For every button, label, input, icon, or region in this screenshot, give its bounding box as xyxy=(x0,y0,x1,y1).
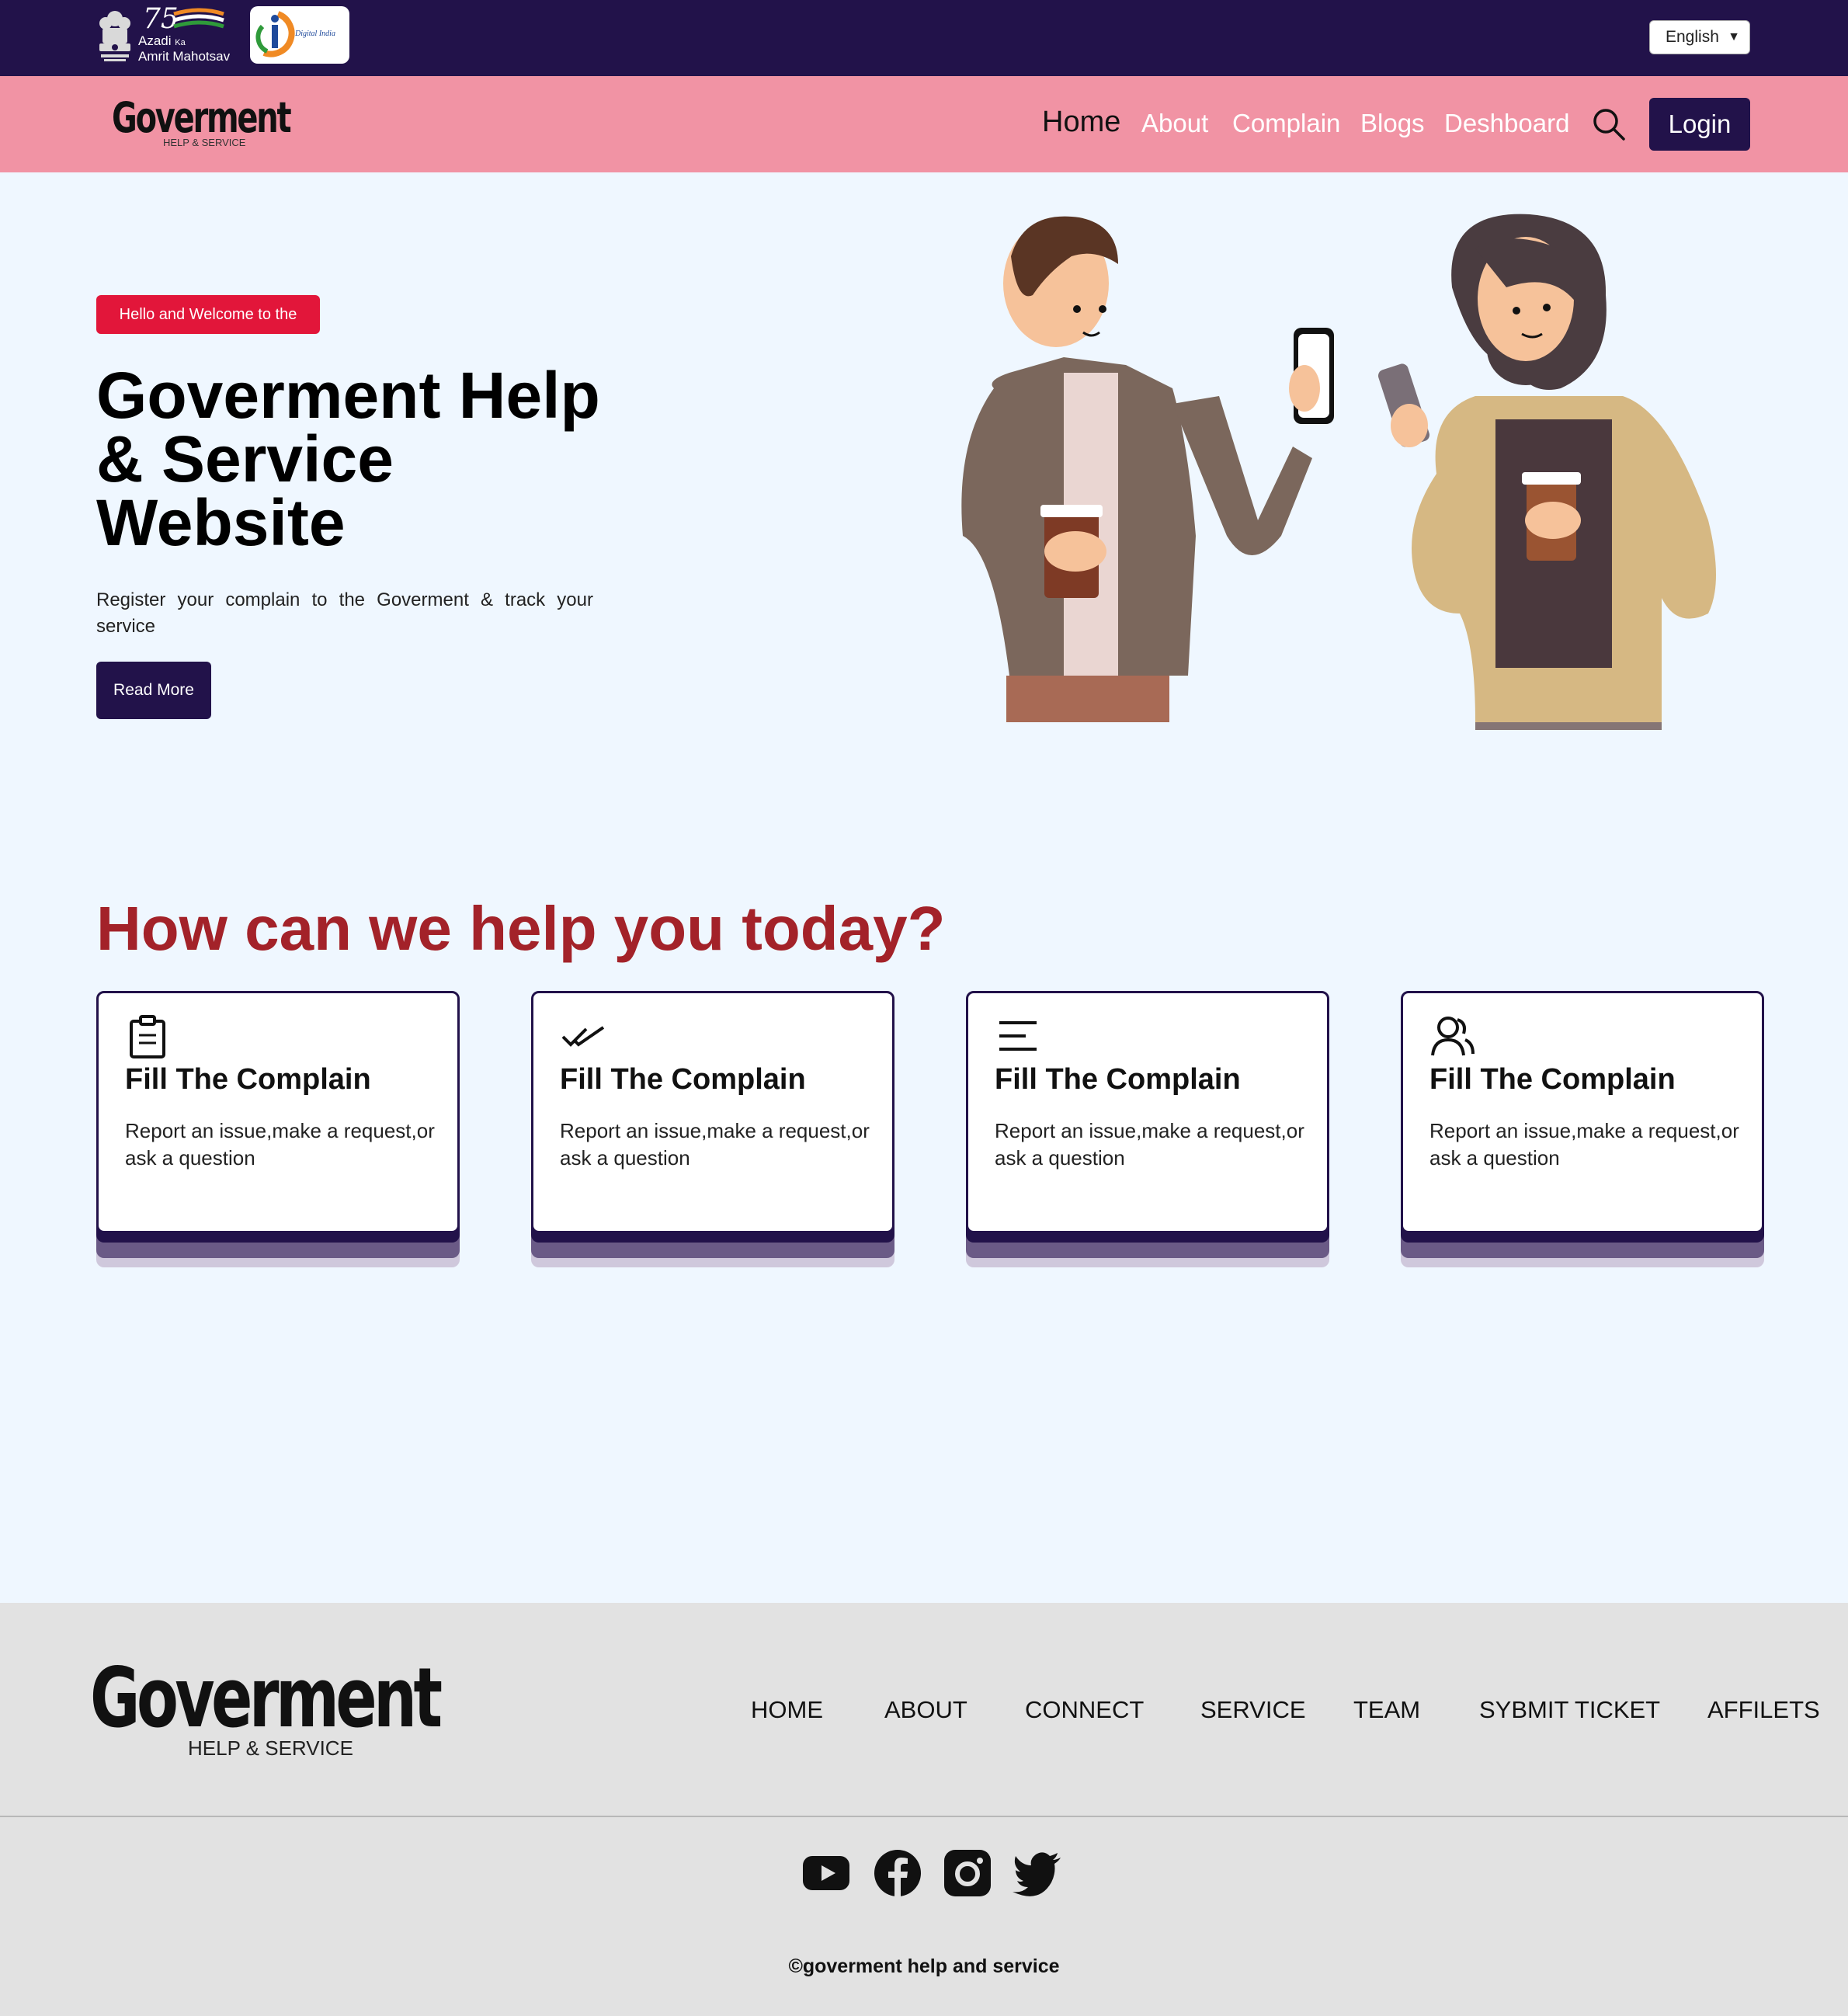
footer-link-team[interactable]: TEAM xyxy=(1353,1696,1420,1724)
search-icon[interactable] xyxy=(1592,107,1626,141)
card-description: Report an issue,make a request,or ask a … xyxy=(995,1119,1304,1170)
hero-description: Register your complain to the Goverment … xyxy=(96,589,593,637)
footer-link-connect[interactable]: CONNECT xyxy=(1025,1696,1144,1724)
footer-divider xyxy=(0,1816,1848,1817)
hero-title: Goverment Help & Service Website xyxy=(96,359,600,559)
hero-illustration xyxy=(961,214,1716,730)
service-card[interactable]: Fill The Complain Report an issue,make a… xyxy=(966,991,1329,1267)
nav-deshboard-link[interactable]: Deshboard xyxy=(1444,109,1569,138)
instagram-icon[interactable] xyxy=(943,1848,992,1898)
twitter-icon[interactable] xyxy=(1013,1848,1062,1898)
service-card[interactable]: Fill The Complain Report an issue,make a… xyxy=(531,991,894,1267)
help-section-title: How can we help you today? xyxy=(96,894,946,963)
nav-complain-link[interactable]: Complain xyxy=(1232,109,1340,138)
language-select[interactable]: English ▼ xyxy=(1649,20,1750,54)
national-emblem-icon xyxy=(99,11,130,61)
seventy-five-icon: 75 xyxy=(143,3,224,35)
footer-link-affilets[interactable]: AFFILETS xyxy=(1707,1696,1820,1724)
card-title: Fill The Complain xyxy=(995,1063,1241,1096)
woman-figure xyxy=(1377,214,1716,730)
footer-logo-tagline: HELP & SERVICE xyxy=(188,1736,353,1760)
youtube-icon[interactable] xyxy=(801,1848,851,1898)
logo-wordmark: Goverment xyxy=(112,93,292,142)
menu-lines-icon xyxy=(999,1021,1037,1051)
digital-india-icon xyxy=(255,11,295,57)
chevron-down-icon: ▼ xyxy=(1728,30,1740,43)
login-button[interactable]: Login xyxy=(1649,98,1750,151)
users-icon xyxy=(1431,1017,1475,1056)
card-title: Fill The Complain xyxy=(1429,1063,1676,1096)
card-description: Report an issue,make a request,or ask a … xyxy=(1429,1119,1739,1170)
footer-link-about[interactable]: ABOUT xyxy=(884,1696,967,1724)
logo-tagline: HELP & SERVICE xyxy=(163,137,246,148)
facebook-icon[interactable] xyxy=(873,1848,922,1898)
footer-logo-wordmark: Goverment xyxy=(90,1650,443,1746)
footer-logo[interactable]: Goverment HELP & SERVICE xyxy=(90,1656,447,1764)
service-card[interactable]: Fill The Complain Report an issue,make a… xyxy=(1401,991,1764,1267)
card-description: Report an issue,make a request,or ask a … xyxy=(125,1119,435,1170)
service-card[interactable]: Fill The Complain Report an issue,make a… xyxy=(96,991,460,1267)
card-title: Fill The Complain xyxy=(560,1063,806,1096)
azadi-ka-amrit-mahotsav-logo: 75 Azadi Ka Amrit Mahotsav xyxy=(138,3,245,68)
card-title: Fill The Complain xyxy=(125,1063,371,1096)
copyright-text: ©goverment help and service xyxy=(788,1955,1060,1977)
footer-link-home[interactable]: HOME xyxy=(751,1696,823,1724)
nav-blogs-link[interactable]: Blogs xyxy=(1360,109,1425,138)
clipboard-icon xyxy=(130,1015,165,1058)
top-bar: 75 Azadi Ka Amrit Mahotsav Digital India… xyxy=(0,0,1848,76)
welcome-badge: Hello and Welcome to the xyxy=(96,295,320,334)
nav-home-link[interactable]: Home xyxy=(1042,106,1120,139)
read-more-button[interactable]: Read More xyxy=(96,662,211,719)
footer-link-service[interactable]: SERVICE xyxy=(1200,1696,1306,1724)
double-check-icon xyxy=(561,1026,605,1047)
man-figure xyxy=(961,216,1334,722)
card-description: Report an issue,make a request,or ask a … xyxy=(560,1119,870,1170)
main-navbar: Goverment HELP & SERVICE Home About Comp… xyxy=(0,76,1848,172)
svg-text:75: 75 xyxy=(143,3,179,34)
footer-link-submit-ticket[interactable]: SYBMIT TICKET xyxy=(1479,1696,1660,1724)
nav-about-link[interactable]: About xyxy=(1141,109,1208,138)
digital-india-logo: Digital India xyxy=(250,6,349,64)
site-logo[interactable]: Goverment HELP & SERVICE xyxy=(112,95,298,151)
